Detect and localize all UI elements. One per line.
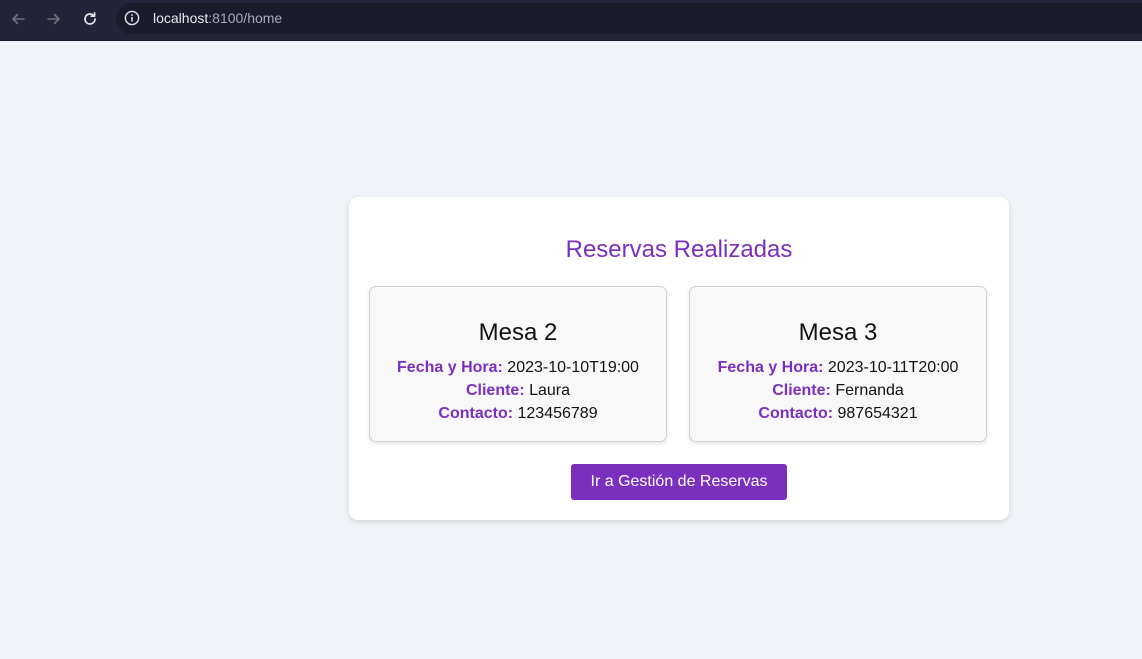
datetime-label: Fecha y Hora:: [397, 359, 503, 376]
contact-label: Contacto:: [438, 405, 514, 422]
datetime-value: 2023-10-11T20:00: [827, 359, 959, 376]
address-bar[interactable]: localhost:8100/home: [116, 3, 1142, 34]
page-content: Reservas Realizadas Mesa 2 Fecha y Hora:…: [0, 41, 1142, 659]
forward-arrow-icon: [46, 11, 62, 27]
back-arrow-icon: [10, 11, 26, 27]
reservation-contact: Contacto: 123456789: [370, 404, 666, 424]
reservation-contact: Contacto: 987654321: [690, 404, 986, 424]
client-value: Laura: [529, 382, 571, 399]
reservations-panel: Reservas Realizadas Mesa 2 Fecha y Hora:…: [349, 197, 1009, 520]
info-icon[interactable]: [124, 10, 140, 26]
url-host: localhost: [153, 10, 209, 26]
client-label: Cliente:: [465, 382, 525, 399]
contact-label: Contacto:: [758, 405, 834, 422]
reservation-client: Cliente: Laura: [370, 381, 666, 401]
client-value: Fernanda: [835, 382, 904, 399]
reload-icon: [82, 11, 98, 27]
forward-button[interactable]: [43, 8, 65, 30]
reservation-client: Cliente: Fernanda: [690, 381, 986, 401]
reservation-table-name: Mesa 3: [798, 319, 878, 346]
reservation-table-name: Mesa 2: [478, 319, 558, 346]
reservation-datetime: Fecha y Hora: 2023-10-10T19:00: [370, 358, 666, 378]
datetime-label: Fecha y Hora:: [717, 359, 824, 376]
contact-value: 987654321: [837, 405, 918, 422]
reservation-datetime: Fecha y Hora: 2023-10-11T20:00: [690, 358, 986, 378]
manage-reservations-button[interactable]: Ir a Gestión de Reservas: [571, 464, 787, 500]
contact-value: 123456789: [517, 405, 598, 422]
reload-button[interactable]: [79, 8, 101, 30]
browser-toolbar: localhost:8100/home: [0, 0, 1142, 41]
url-text: localhost:8100/home: [153, 10, 282, 27]
reservation-card: Mesa 3 Fecha y Hora: 2023-10-11T20:00 Cl…: [689, 286, 987, 442]
back-button[interactable]: [7, 8, 29, 30]
page-title: Reservas Realizadas: [565, 236, 793, 263]
url-path: :8100/home: [208, 10, 283, 26]
reservation-card: Mesa 2 Fecha y Hora: 2023-10-10T19:00 Cl…: [369, 286, 667, 442]
datetime-value: 2023-10-10T19:00: [507, 359, 639, 376]
client-label: Cliente:: [772, 382, 831, 399]
